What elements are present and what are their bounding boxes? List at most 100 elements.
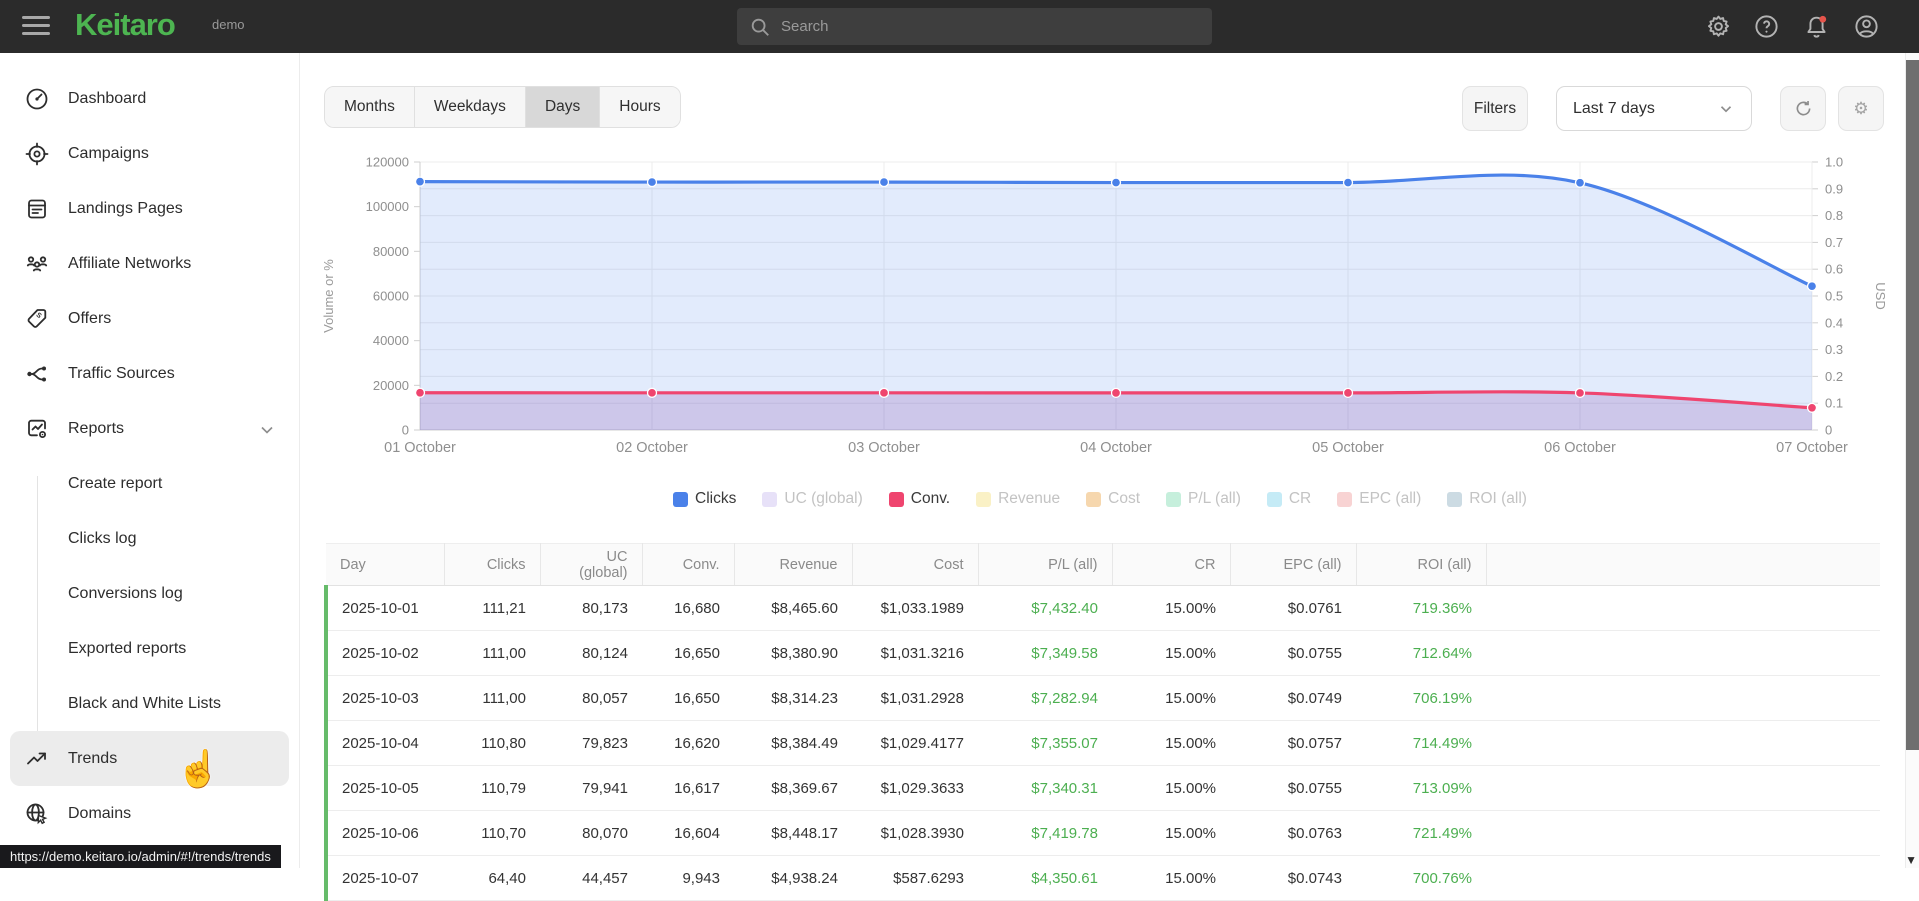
sidebar-item-exported-reports[interactable]: Exported reports [0,621,299,676]
dashboard-icon [24,86,50,112]
cell: 110,79 [444,766,540,811]
legend-item-cost[interactable]: Cost [1086,490,1140,508]
cell: 706.19% [1356,676,1486,721]
notification-dot [1819,16,1826,23]
svg-text:0.1: 0.1 [1825,396,1843,411]
cell [1486,676,1880,721]
settings-gear-icon[interactable] [1705,13,1732,40]
sidebar-item-black-and-white-lists[interactable]: Black and White Lists [0,676,299,731]
hamburger-menu-icon[interactable] [22,16,50,37]
svg-text:0.3: 0.3 [1825,342,1843,357]
cell: $7,340.31 [978,766,1112,811]
data-point [416,177,425,186]
cell: 111,00 [444,631,540,676]
sidebar-item-dashboard[interactable]: Dashboard [0,71,299,126]
sidebar-item-domains[interactable]: Domains [0,786,299,841]
cell [1486,856,1880,901]
app-logo[interactable]: Keitaro [75,7,175,43]
chart-settings-button[interactable]: ⚙ [1838,86,1884,131]
sidebar-item-affiliate-networks[interactable]: Affiliate Networks [0,236,299,291]
sidebar-item-label: Clicks log [68,530,136,548]
legend-swatch [976,492,991,507]
sidebar-item-label: Offers [68,310,111,328]
mouse-cursor-hand: ☝ [176,748,221,790]
tab-weekdays[interactable]: Weekdays [415,87,526,127]
legend-item-roi-all-[interactable]: ROI (all) [1447,490,1527,508]
campaigns-icon [24,141,50,167]
cell: 44,457 [540,856,642,901]
legend-item-uc-global-[interactable]: UC (global) [762,490,862,508]
cell: $0.0763 [1230,811,1356,856]
col-header-epc-all-: EPC (all) [1230,544,1356,586]
legend-swatch [1267,492,1282,507]
landings-icon [24,196,50,222]
cell: 15.00% [1112,811,1230,856]
cell: $7,419.78 [978,811,1112,856]
cell: 80,124 [540,631,642,676]
legend-item-clicks[interactable]: Clicks [673,490,736,508]
date-range-select[interactable]: Last 7 days [1556,86,1752,131]
tab-months[interactable]: Months [325,87,415,127]
page-scrollbar [1905,53,1919,868]
scrollbar-thumb[interactable] [1906,60,1919,750]
table-row: 2025-10-0764,4044,4579,943$4,938.24$587.… [326,856,1880,901]
legend-item-epc-all-[interactable]: EPC (all) [1337,490,1421,508]
sidebar-item-conversions-log[interactable]: Conversions log [0,566,299,621]
sidebar-item-offers[interactable]: SOffers [0,291,299,346]
cell: 15.00% [1112,676,1230,721]
main-content: MonthsWeekdaysDaysHours Filters Last 7 d… [300,53,1919,868]
legend-swatch [1086,492,1101,507]
traffic-icon [24,361,50,387]
env-label: demo [212,17,245,32]
sidebar-item-trends[interactable]: Trends [10,731,289,786]
legend-item-cr[interactable]: CR [1267,490,1311,508]
cell [1486,631,1880,676]
legend-item-revenue[interactable]: Revenue [976,490,1060,508]
cell: $0.0755 [1230,766,1356,811]
filters-button[interactable]: Filters [1462,86,1528,131]
cell: 15.00% [1112,721,1230,766]
sidebar-item-label: Reports [68,420,124,438]
account-icon[interactable] [1853,13,1880,40]
cell: $4,938.24 [734,856,852,901]
sidebar-item-clicks-log[interactable]: Clicks log [0,511,299,566]
legend-swatch [673,492,688,507]
date-range-value: Last 7 days [1573,100,1655,118]
data-point [1344,388,1353,397]
cell: 15.00% [1112,631,1230,676]
trends-table: DayClicksUC (global)Conv.RevenueCostP/L … [324,543,1880,901]
svg-text:60000: 60000 [373,289,409,304]
cell [1486,766,1880,811]
search-bar[interactable] [737,8,1212,45]
table-row: 2025-10-05110,7979,94116,617$8,369.67$1,… [326,766,1880,811]
sidebar-item-label: Conversions log [68,585,183,603]
help-icon[interactable] [1753,13,1780,40]
sidebar-item-traffic-sources[interactable]: Traffic Sources [0,346,299,401]
svg-text:120000: 120000 [366,155,409,170]
sidebar-item-landings-pages[interactable]: Landings Pages [0,181,299,236]
data-point [1344,178,1353,187]
sidebar-item-reports[interactable]: Reports [0,401,299,456]
cell: $8,314.23 [734,676,852,721]
cell: $7,432.40 [978,586,1112,631]
col-header-clicks: Clicks [444,544,540,586]
legend-item-p-l-all-[interactable]: P/L (all) [1166,490,1241,508]
notifications-bell-icon[interactable] [1803,13,1830,40]
cell: 2025-10-02 [326,631,444,676]
cell: $8,384.49 [734,721,852,766]
right-axis-title: USD [1873,282,1888,309]
cell [1486,586,1880,631]
legend-label: UC (global) [784,490,862,508]
data-point [880,388,889,397]
cell: $1,033.1989 [852,586,978,631]
sidebar-item-create-report[interactable]: Create report [0,456,299,511]
legend-swatch [1166,492,1181,507]
svg-text:0: 0 [402,423,409,438]
search-input[interactable] [781,8,1201,45]
tab-days[interactable]: Days [526,87,600,127]
svg-text:0.6: 0.6 [1825,262,1843,277]
refresh-button[interactable] [1780,86,1826,131]
legend-item-conv-[interactable]: Conv. [889,490,950,508]
tab-hours[interactable]: Hours [600,87,679,127]
sidebar-item-campaigns[interactable]: Campaigns [0,126,299,181]
